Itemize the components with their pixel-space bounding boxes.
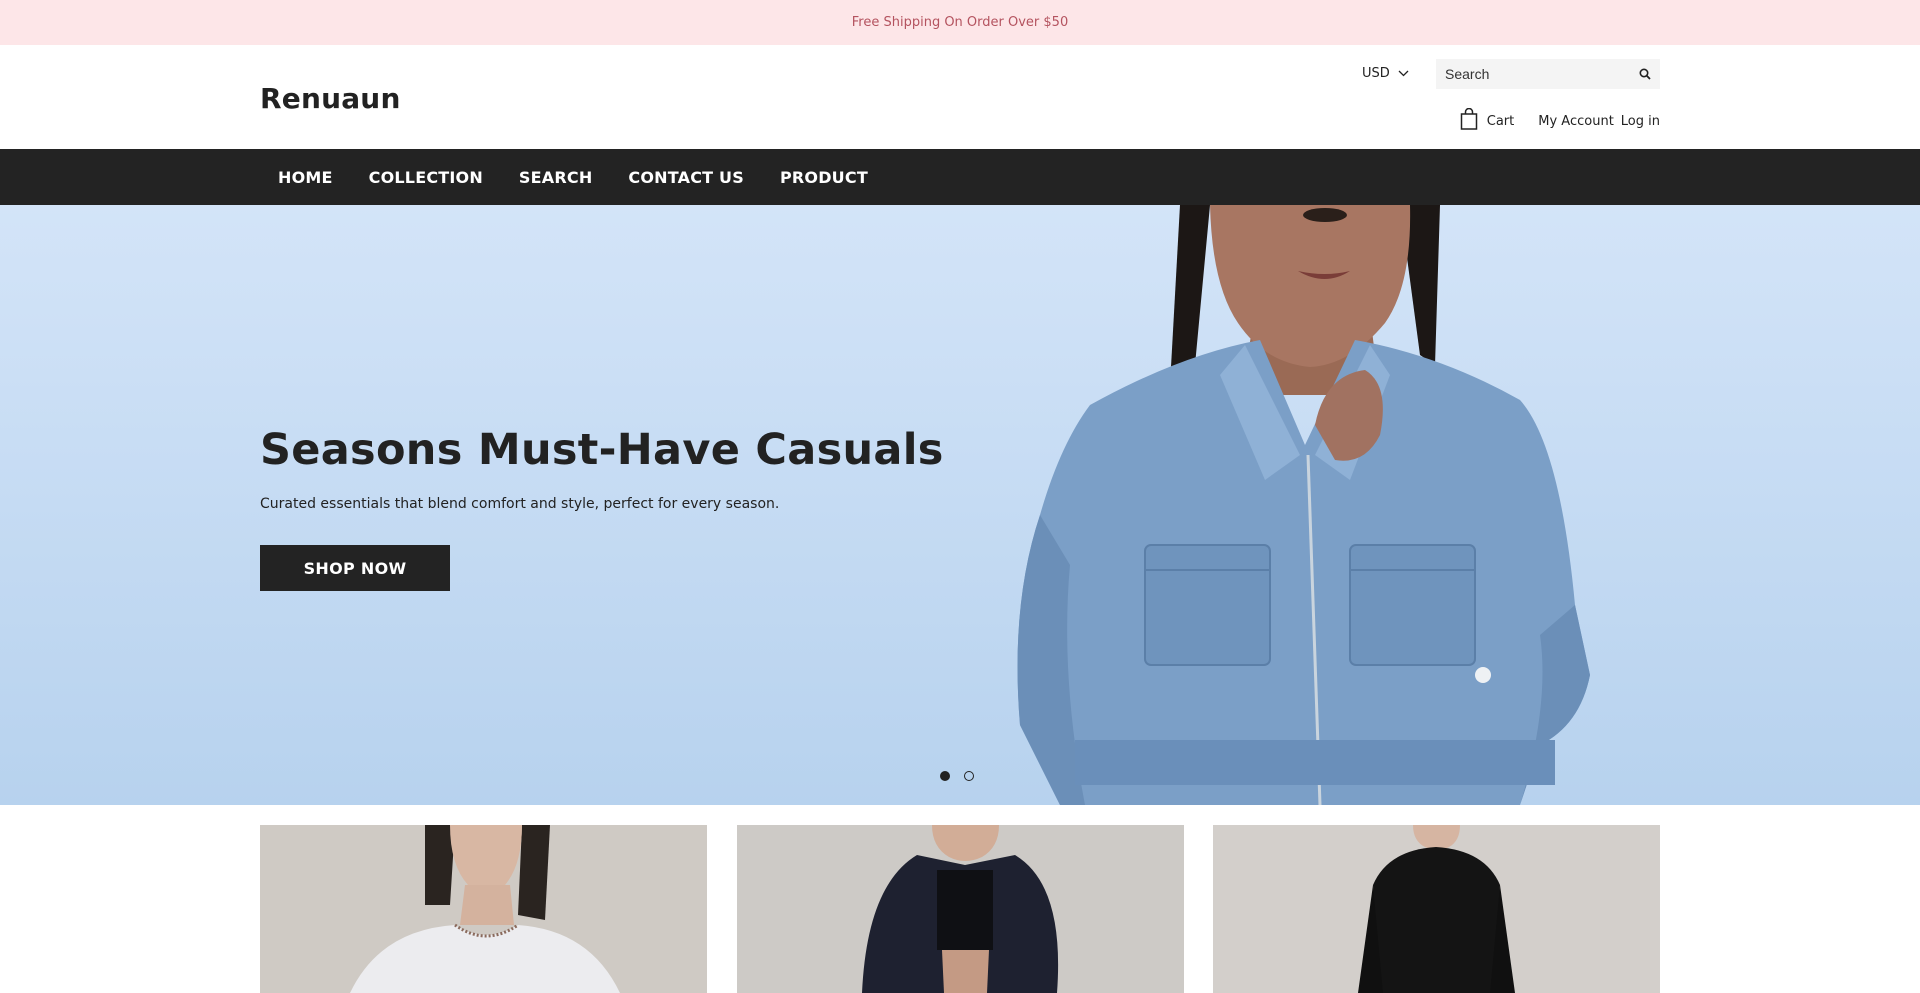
slider-pagination xyxy=(940,771,974,781)
search-icon[interactable] xyxy=(1639,65,1651,84)
collection-card-2[interactable] xyxy=(737,825,1184,993)
hero-subtitle: Curated essentials that blend comfort an… xyxy=(260,496,780,512)
shopping-bag-icon xyxy=(1460,107,1478,134)
login-link[interactable]: Log in xyxy=(1621,114,1660,129)
collection-card-2-image xyxy=(737,825,1184,993)
collection-cards xyxy=(0,805,1920,993)
collection-card-3-image xyxy=(1213,825,1660,993)
announcement-text: Free Shipping On Order Over $50 xyxy=(851,15,1069,30)
hero-title: Seasons Must-Have Casuals xyxy=(260,425,944,475)
shop-now-button[interactable]: SHOP NOW xyxy=(260,545,450,591)
chevron-down-icon xyxy=(1398,66,1409,81)
announcement-bar: Free Shipping On Order Over $50 xyxy=(0,0,1920,45)
nav-item-collection[interactable]: COLLECTION xyxy=(351,168,501,187)
collection-card-3[interactable] xyxy=(1213,825,1660,993)
hero-slider: Seasons Must-Have Casuals Curated essent… xyxy=(0,205,1920,805)
nav-item-home[interactable]: HOME xyxy=(260,168,351,187)
cart-link[interactable]: Cart xyxy=(1460,107,1515,134)
collection-card-1[interactable] xyxy=(260,825,707,993)
collection-card-1-image xyxy=(260,825,707,993)
nav-item-search[interactable]: SEARCH xyxy=(501,168,611,187)
slider-dot-1[interactable] xyxy=(940,771,950,781)
site-header: Renuaun USD Cart My Account Log in xyxy=(0,45,1920,149)
nav-item-contact-us[interactable]: CONTACT US xyxy=(610,168,762,187)
search-input[interactable] xyxy=(1445,66,1625,82)
hero-model-image xyxy=(1017,205,1590,805)
cart-label: Cart xyxy=(1486,113,1515,129)
main-navigation: HOME COLLECTION SEARCH CONTACT US PRODUC… xyxy=(0,149,1920,205)
currency-selector[interactable]: USD xyxy=(1362,66,1409,81)
currency-label: USD xyxy=(1362,66,1390,81)
slider-dot-2[interactable] xyxy=(964,771,974,781)
header-links: Cart My Account Log in xyxy=(1460,107,1660,134)
site-logo[interactable]: Renuaun xyxy=(260,82,401,115)
nav-item-product[interactable]: PRODUCT xyxy=(762,168,886,187)
search-box xyxy=(1436,59,1660,89)
my-account-link[interactable]: My Account xyxy=(1538,114,1614,129)
